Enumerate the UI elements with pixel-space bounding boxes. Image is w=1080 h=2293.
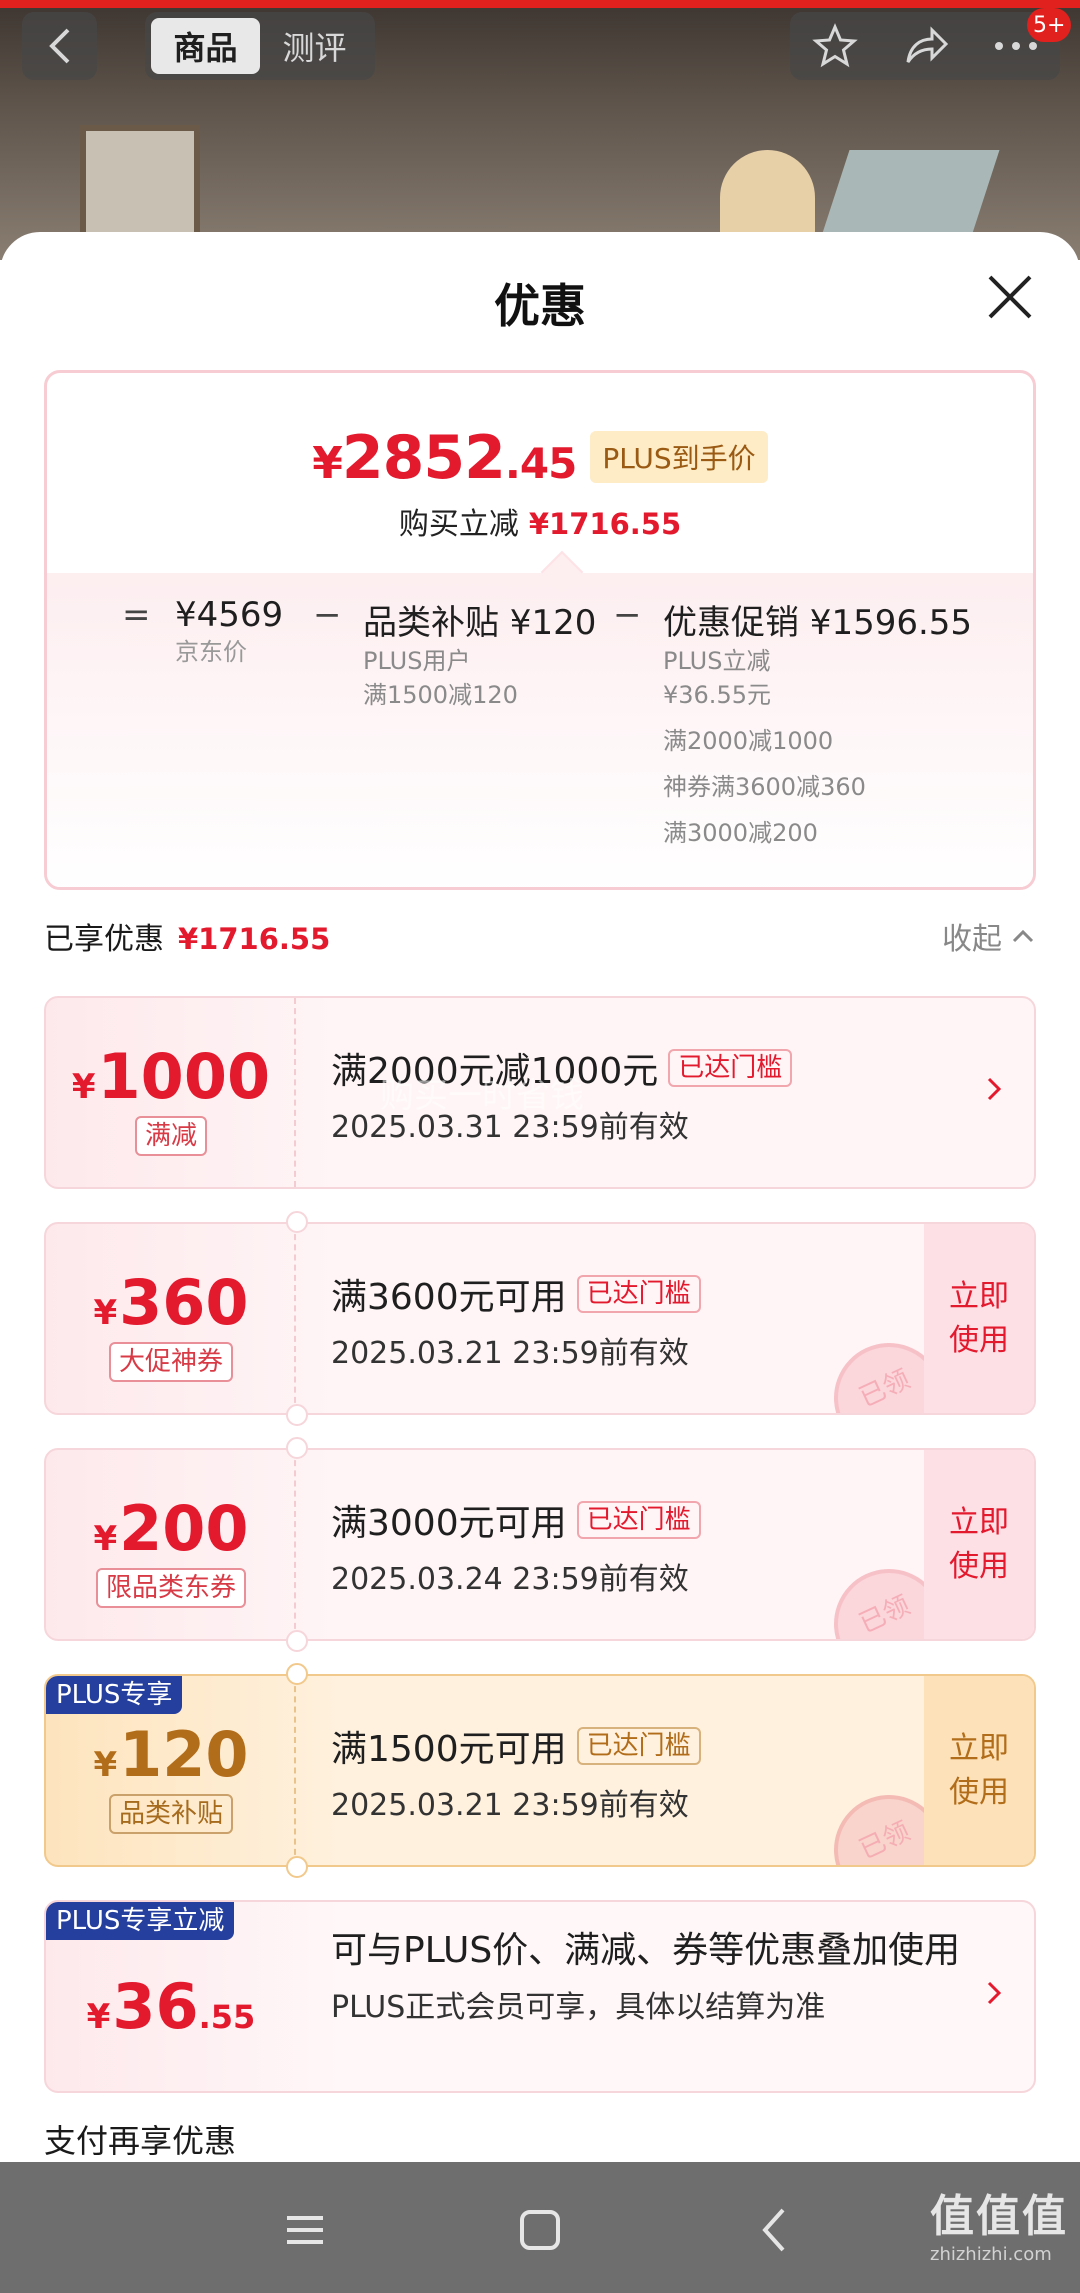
chevron-left-icon <box>48 28 69 64</box>
tab-review[interactable]: 测评 <box>260 18 369 74</box>
threshold-reached-badge: 已达门槛 <box>576 1501 701 1539</box>
ticket-notch <box>286 1663 308 1685</box>
plus-instant-description: 可与PLUS价、满减、券等优惠叠加使用 PLUS正式会员可享，具体以结算为准 <box>331 1926 971 2026</box>
reduce-amount: ¥1716.55 <box>528 507 682 541</box>
base-price-item: ¥4569 京东价 <box>175 595 283 669</box>
base-price-label: 京东价 <box>175 638 247 666</box>
ticket-notch <box>286 1211 308 1233</box>
reduce-label: 购买立减 <box>398 507 519 542</box>
use-now-button[interactable]: 立即 使用 <box>924 1450 1034 1639</box>
coupon-title: 满3600元可用 已达门槛 <box>331 1268 951 1320</box>
system-navigation-bar: 值值值 zhizhizhi.com <box>0 2162 1080 2293</box>
enjoyed-label-row: 已享优惠 ¥1716.55 <box>44 914 330 958</box>
plus-price-tag: PLUS到手价 <box>590 431 768 483</box>
chevron-right-icon[interactable] <box>984 1978 1004 2008</box>
menu-icon[interactable] <box>275 2200 335 2260</box>
coupon-amount: ¥200 <box>93 1492 249 1565</box>
promo-item: 优惠促销 ¥1596.55 PLUS立减 ¥36.55元 满2000减1000 … <box>663 595 972 850</box>
notification-badge: 5+ <box>1027 8 1072 42</box>
use-now-button[interactable]: 立即 使用 <box>924 1676 1034 1865</box>
ticket-notch <box>286 1856 308 1878</box>
promo-line: ¥36.55元 <box>663 681 771 709</box>
plus-desc-line2: PLUS正式会员可享，具体以结算为准 <box>331 1990 826 2025</box>
minus-sign: − <box>313 595 342 635</box>
promo-line: 满3000减200 <box>663 819 818 847</box>
share-icon[interactable] <box>902 24 950 68</box>
coupon-value-area: ¥1000 满减 <box>46 998 296 1187</box>
promo-title: 优惠促销 ¥1596.55 <box>663 603 973 643</box>
coupon-title: 满1500元可用 已达门槛 <box>331 1720 951 1772</box>
coupon-type-tag: 限品类东券 <box>46 1568 296 1608</box>
threshold-reached-badge: 已达门槛 <box>668 1049 793 1087</box>
more-icon[interactable] <box>994 41 1038 51</box>
ticket-notch <box>286 1437 308 1459</box>
equals-sign: = <box>122 595 151 635</box>
brand-url: zhizhizhi.com <box>930 2244 1052 2265</box>
base-price: ¥4569 <box>175 595 284 635</box>
promo-line: 神券满3600减360 <box>663 773 866 801</box>
enjoyed-discount-header: 已享优惠 ¥1716.55 收起 <box>44 914 1036 964</box>
subsidy-item: 品类补贴 ¥120 PLUS用户 满1500减120 <box>363 595 596 712</box>
brand-logo: 值值值 <box>930 2191 1068 2242</box>
top-accent-bar <box>0 0 1080 8</box>
coupon-amount: ¥36.55 <box>86 1970 256 2043</box>
coupon-type-tag: 大促神券 <box>46 1342 296 1382</box>
coupon-amount: ¥360 <box>93 1266 249 1339</box>
header-tabs: 商品 测评 <box>145 12 375 80</box>
chevron-right-icon[interactable] <box>984 1074 1004 1104</box>
coupon-amount: ¥120 <box>93 1718 249 1791</box>
coupon-card[interactable]: ¥360 大促神券 满3600元可用 已达门槛 2025.03.21 23:59前… <box>44 1222 1036 1415</box>
coupon-value-area: ¥360 大促神券 <box>46 1224 296 1413</box>
plus-exclusive-label: PLUS专享 <box>46 1676 183 1714</box>
reduce-row: 购买立减 ¥1716.55 <box>47 499 1033 543</box>
subsidy-line: 满1500减120 <box>363 681 518 709</box>
price-calculation: = ¥4569 京东价 − 品类补贴 ¥120 PLUS用户 满1500减120… <box>47 595 1033 885</box>
threshold-reached-badge: 已达门槛 <box>576 1275 701 1313</box>
star-icon[interactable] <box>812 23 858 69</box>
ticket-notch <box>286 1630 308 1652</box>
promo-line: PLUS立减 <box>663 647 771 675</box>
payment-discount-title: 支付再享优惠 <box>44 2122 237 2160</box>
plus-coupon-card[interactable]: ¥120 品类补贴 PLUS专享 满1500元可用 已达门槛 2025.03.21… <box>44 1674 1036 1867</box>
subsidy-title: 品类补贴 ¥120 <box>363 603 597 643</box>
threshold-reached-badge: 已达门槛 <box>576 1727 701 1765</box>
collapse-button[interactable]: 收起 <box>942 914 1036 958</box>
enjoyed-label: 已享优惠 <box>44 922 164 957</box>
subsidy-line: PLUS用户 <box>363 647 471 675</box>
home-icon[interactable] <box>510 2200 570 2260</box>
plus-exclusive-label: PLUS专享立减 <box>46 1902 235 1940</box>
promo-line: 满2000减1000 <box>663 727 834 755</box>
plus-desc-line1: 可与PLUS价、满减、券等优惠叠加使用 <box>331 1930 961 1971</box>
back-button[interactable] <box>22 12 97 80</box>
tab-product[interactable]: 商品 <box>151 18 260 74</box>
back-icon[interactable] <box>745 2200 805 2260</box>
coupon-type-tag: 满减 <box>46 1116 296 1156</box>
enjoyed-amount: ¥1716.55 <box>178 922 331 956</box>
use-now-button[interactable]: 立即 使用 <box>924 1224 1034 1413</box>
plus-instant-discount-card[interactable]: ¥36.55 PLUS专享立减 可与PLUS价、满减、券等优惠叠加使用 PLUS… <box>44 1900 1036 2093</box>
close-icon[interactable] <box>985 272 1035 322</box>
watermark-text: 购买一时省钱 <box>380 1076 584 1116</box>
header-actions <box>790 12 1060 80</box>
sheet-title: 优惠 <box>494 279 586 333</box>
price-summary-card: ¥2852.45 PLUS到手价 购买立减 ¥1716.55 = ¥4569 京东… <box>44 370 1036 890</box>
coupon-value-area: ¥200 限品类东券 <box>46 1450 296 1639</box>
final-price-row: ¥2852.45 PLUS到手价 <box>47 423 1033 493</box>
coupon-amount: ¥1000 <box>71 1040 271 1113</box>
coupon-type-tag: 品类补贴 <box>46 1794 296 1834</box>
final-price: ¥2852.45 <box>312 423 577 493</box>
minus-sign: − <box>613 595 642 635</box>
chevron-up-icon <box>1012 929 1034 943</box>
discount-sheet: 优惠 ¥2852.45 PLUS到手价 购买立减 ¥1716.55 = ¥4569… <box>0 232 1080 2162</box>
coupon-title: 满3000元可用 已达门槛 <box>331 1494 951 1546</box>
coupon-card[interactable]: ¥200 限品类东券 满3000元可用 已达门槛 2025.03.24 23:59… <box>44 1448 1036 1641</box>
collapse-label: 收起 <box>942 922 1002 957</box>
ticket-notch <box>286 1404 308 1426</box>
